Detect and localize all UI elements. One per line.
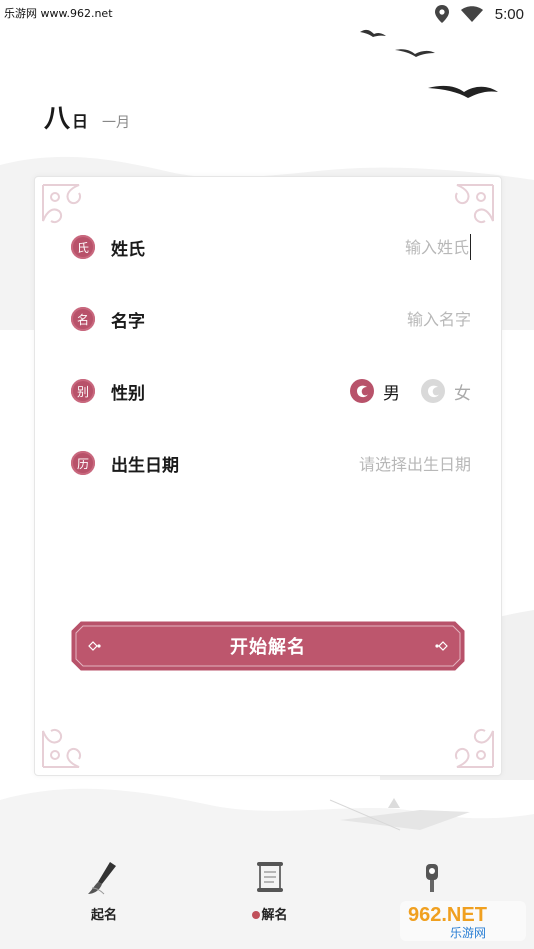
birth-date-row[interactable]: 历 出生日期 请选择出生日期: [71, 443, 471, 483]
gender-option-label: 女: [454, 383, 471, 404]
flying-birds-decoration: [360, 29, 498, 98]
gender-row: 别 性别 男 女: [71, 371, 471, 411]
status-time: 5:00: [494, 5, 524, 23]
date-day-suffix: 日: [72, 112, 89, 131]
gender-option-label: 男: [383, 383, 400, 404]
watermark-logo-big: 962.NET: [408, 904, 487, 926]
status-bar: 乐游网 www.962.net 5:00: [0, 0, 534, 28]
surname-label: 姓氏: [111, 239, 145, 260]
gender-radio-group: 男 女: [337, 378, 471, 404]
status-icons: 5:00: [434, 3, 524, 25]
surname-input[interactable]: [269, 237, 469, 257]
nav-label-naming: 起名: [90, 908, 117, 923]
watermark-text: 乐游网 www.962.net: [4, 7, 113, 20]
site-watermark-logo: 962.NET 乐游网: [400, 901, 526, 941]
given-name-label: 名字: [111, 311, 145, 332]
date-day: 八: [44, 104, 71, 134]
given-name-input[interactable]: [271, 309, 471, 329]
given-name-row: 名 名字: [71, 299, 471, 339]
birth-date-label: 出生日期: [111, 455, 179, 476]
radio-unselected-icon: [421, 379, 445, 403]
date-month: 一月: [102, 115, 131, 131]
active-indicator-dot: [252, 910, 261, 919]
birth-date-picker[interactable]: 请选择出生日期: [359, 451, 471, 475]
start-analysis-label: 开始解名: [230, 637, 306, 658]
start-analysis-button[interactable]: 开始解名: [71, 621, 465, 671]
lamp-icon: [426, 864, 438, 892]
nav-label-analysis: 解名: [261, 908, 288, 923]
watermark-logo-small: 乐游网: [450, 926, 486, 940]
nav-item-analysis[interactable]: 解名: [230, 858, 310, 923]
birth-date-seal-icon: 历: [71, 451, 95, 475]
scroll-icon: [257, 862, 283, 892]
corner-ornament-icon: [42, 729, 81, 768]
gender-option-male[interactable]: 男: [349, 378, 400, 404]
location-icon: [434, 5, 449, 23]
given-name-seal-icon: 名: [71, 307, 95, 331]
radio-selected-icon: [350, 379, 374, 403]
surname-row: 氏 姓氏: [71, 227, 471, 267]
name-analysis-form-card: 氏 姓氏 名 名字 别 性别 男 女: [34, 176, 502, 776]
wifi-icon: [460, 6, 483, 22]
nav-item-naming[interactable]: 起名: [64, 858, 144, 923]
gender-seal-icon: 别: [71, 379, 95, 403]
brush-icon: [88, 862, 116, 895]
text-cursor: [470, 234, 471, 260]
gender-label: 性别: [111, 383, 145, 404]
current-date: 八 日 一月: [44, 98, 130, 135]
gender-option-female[interactable]: 女: [420, 378, 471, 404]
surname-seal-icon: 氏: [71, 235, 95, 259]
corner-ornament-icon: [455, 729, 494, 768]
